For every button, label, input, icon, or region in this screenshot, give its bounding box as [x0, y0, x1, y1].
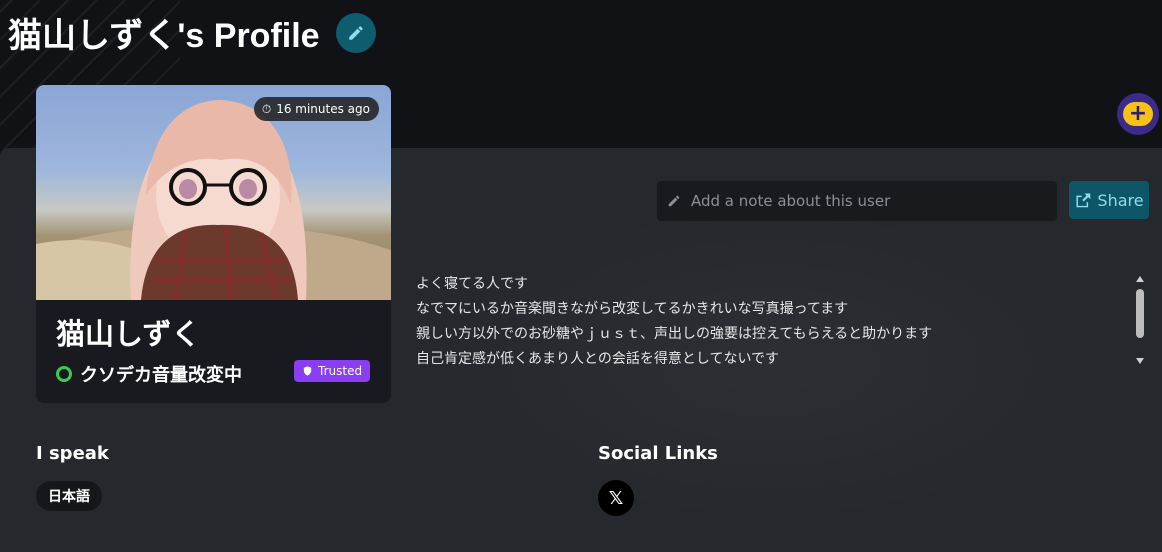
trust-rank-label: Trusted: [318, 364, 363, 378]
avatar-image[interactable]: ⏱ 16 minutes ago: [36, 85, 391, 300]
page-title: 猫山しずく's Profile: [8, 17, 320, 55]
pencil-icon: [668, 195, 680, 207]
scroll-down-icon[interactable]: [1136, 358, 1144, 364]
x-logo-icon[interactable]: 𝕏: [598, 480, 634, 516]
bio-line: 親しい方以外でのお砂糖やｊｕｓｔ、声出しの強要は控えてもらえると助かります: [416, 326, 933, 342]
pencil-icon: [348, 25, 363, 40]
last-seen-text: 16 minutes ago: [276, 102, 370, 116]
stopwatch-icon: ⏱: [261, 101, 272, 116]
chat-plus-button[interactable]: +: [1117, 93, 1159, 135]
bio-text: よく寝てる人です なでマにいるか音楽聞きながら改変してるかきれいな写真撮ってます…: [416, 272, 1116, 372]
status-text: クソデカ音量改変中: [80, 365, 242, 386]
last-seen-badge: ⏱ 16 minutes ago: [253, 97, 379, 121]
user-note-input[interactable]: [689, 191, 1057, 211]
trust-rank-badge: Trusted: [294, 360, 371, 382]
user-note-field[interactable]: [657, 181, 1057, 221]
bio-line: 自己肯定感が低くあまり人との会話を得意としてないです: [416, 351, 780, 367]
scroll-thumb[interactable]: [1136, 289, 1144, 338]
chat-plus-icon: +: [1123, 102, 1153, 126]
languages-heading: I speak: [36, 443, 109, 464]
language-chip: 日本語: [36, 481, 102, 511]
display-name: 猫山しずく: [56, 317, 201, 351]
bio-line: よく寝てる人です: [416, 276, 528, 292]
status-indicator-icon: [56, 366, 72, 382]
share-label: Share: [1097, 190, 1144, 210]
shield-icon: [303, 366, 312, 376]
bio-scrollbar[interactable]: [1133, 272, 1147, 368]
share-icon: [1076, 193, 1091, 208]
profile-card: ⏱ 16 minutes ago 猫山しずく クソデカ音量改変中 Trusted: [36, 85, 391, 403]
title-row: 猫山しずく's Profile: [8, 8, 376, 57]
social-links-heading: Social Links: [598, 443, 718, 464]
edit-profile-button[interactable]: [335, 12, 376, 53]
share-button[interactable]: Share: [1069, 181, 1149, 219]
scroll-up-icon[interactable]: [1136, 276, 1144, 282]
bio-line: なでマにいるか音楽聞きながら改変してるかきれいな写真撮ってます: [416, 301, 849, 317]
status-row: クソデカ音量改変中: [56, 361, 242, 387]
